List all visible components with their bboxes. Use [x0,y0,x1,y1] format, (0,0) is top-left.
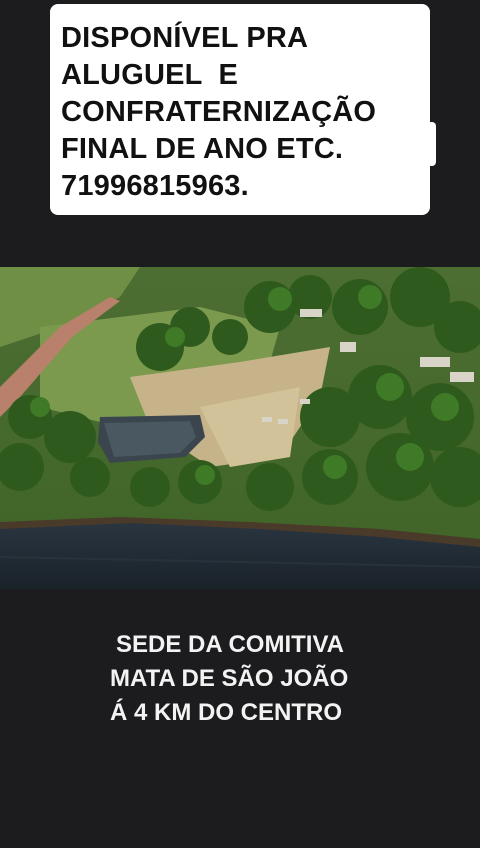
top-caption-card: DISPONÍVEL PRA ALUGUEL E CONFRATERNIZAÇÃ… [50,4,436,215]
bottom-caption-line-3: Á 4 KM DO CENTRO [110,699,343,726]
caption-line-1: DISPONÍVEL PRA [61,22,309,54]
aerial-photo [0,267,480,589]
caption-line-4: FINAL DE ANO ETC. [61,133,344,165]
caption-phone-number: 71996815963. [61,170,249,202]
bottom-caption-line-2: MATA DE SÃO JOÃO [110,665,349,692]
bottom-caption-line-1: SEDE DA COMITIVA [116,631,345,658]
bottom-caption: SEDE DA COMITIVA MATA DE SÃO JOÃO Á 4 KM… [0,628,480,730]
aerial-landscape-illustration [0,267,480,589]
caption-line-3: CONFRATERNIZAÇÃO [61,96,377,128]
caption-line-2: ALUGUEL E [61,59,239,91]
